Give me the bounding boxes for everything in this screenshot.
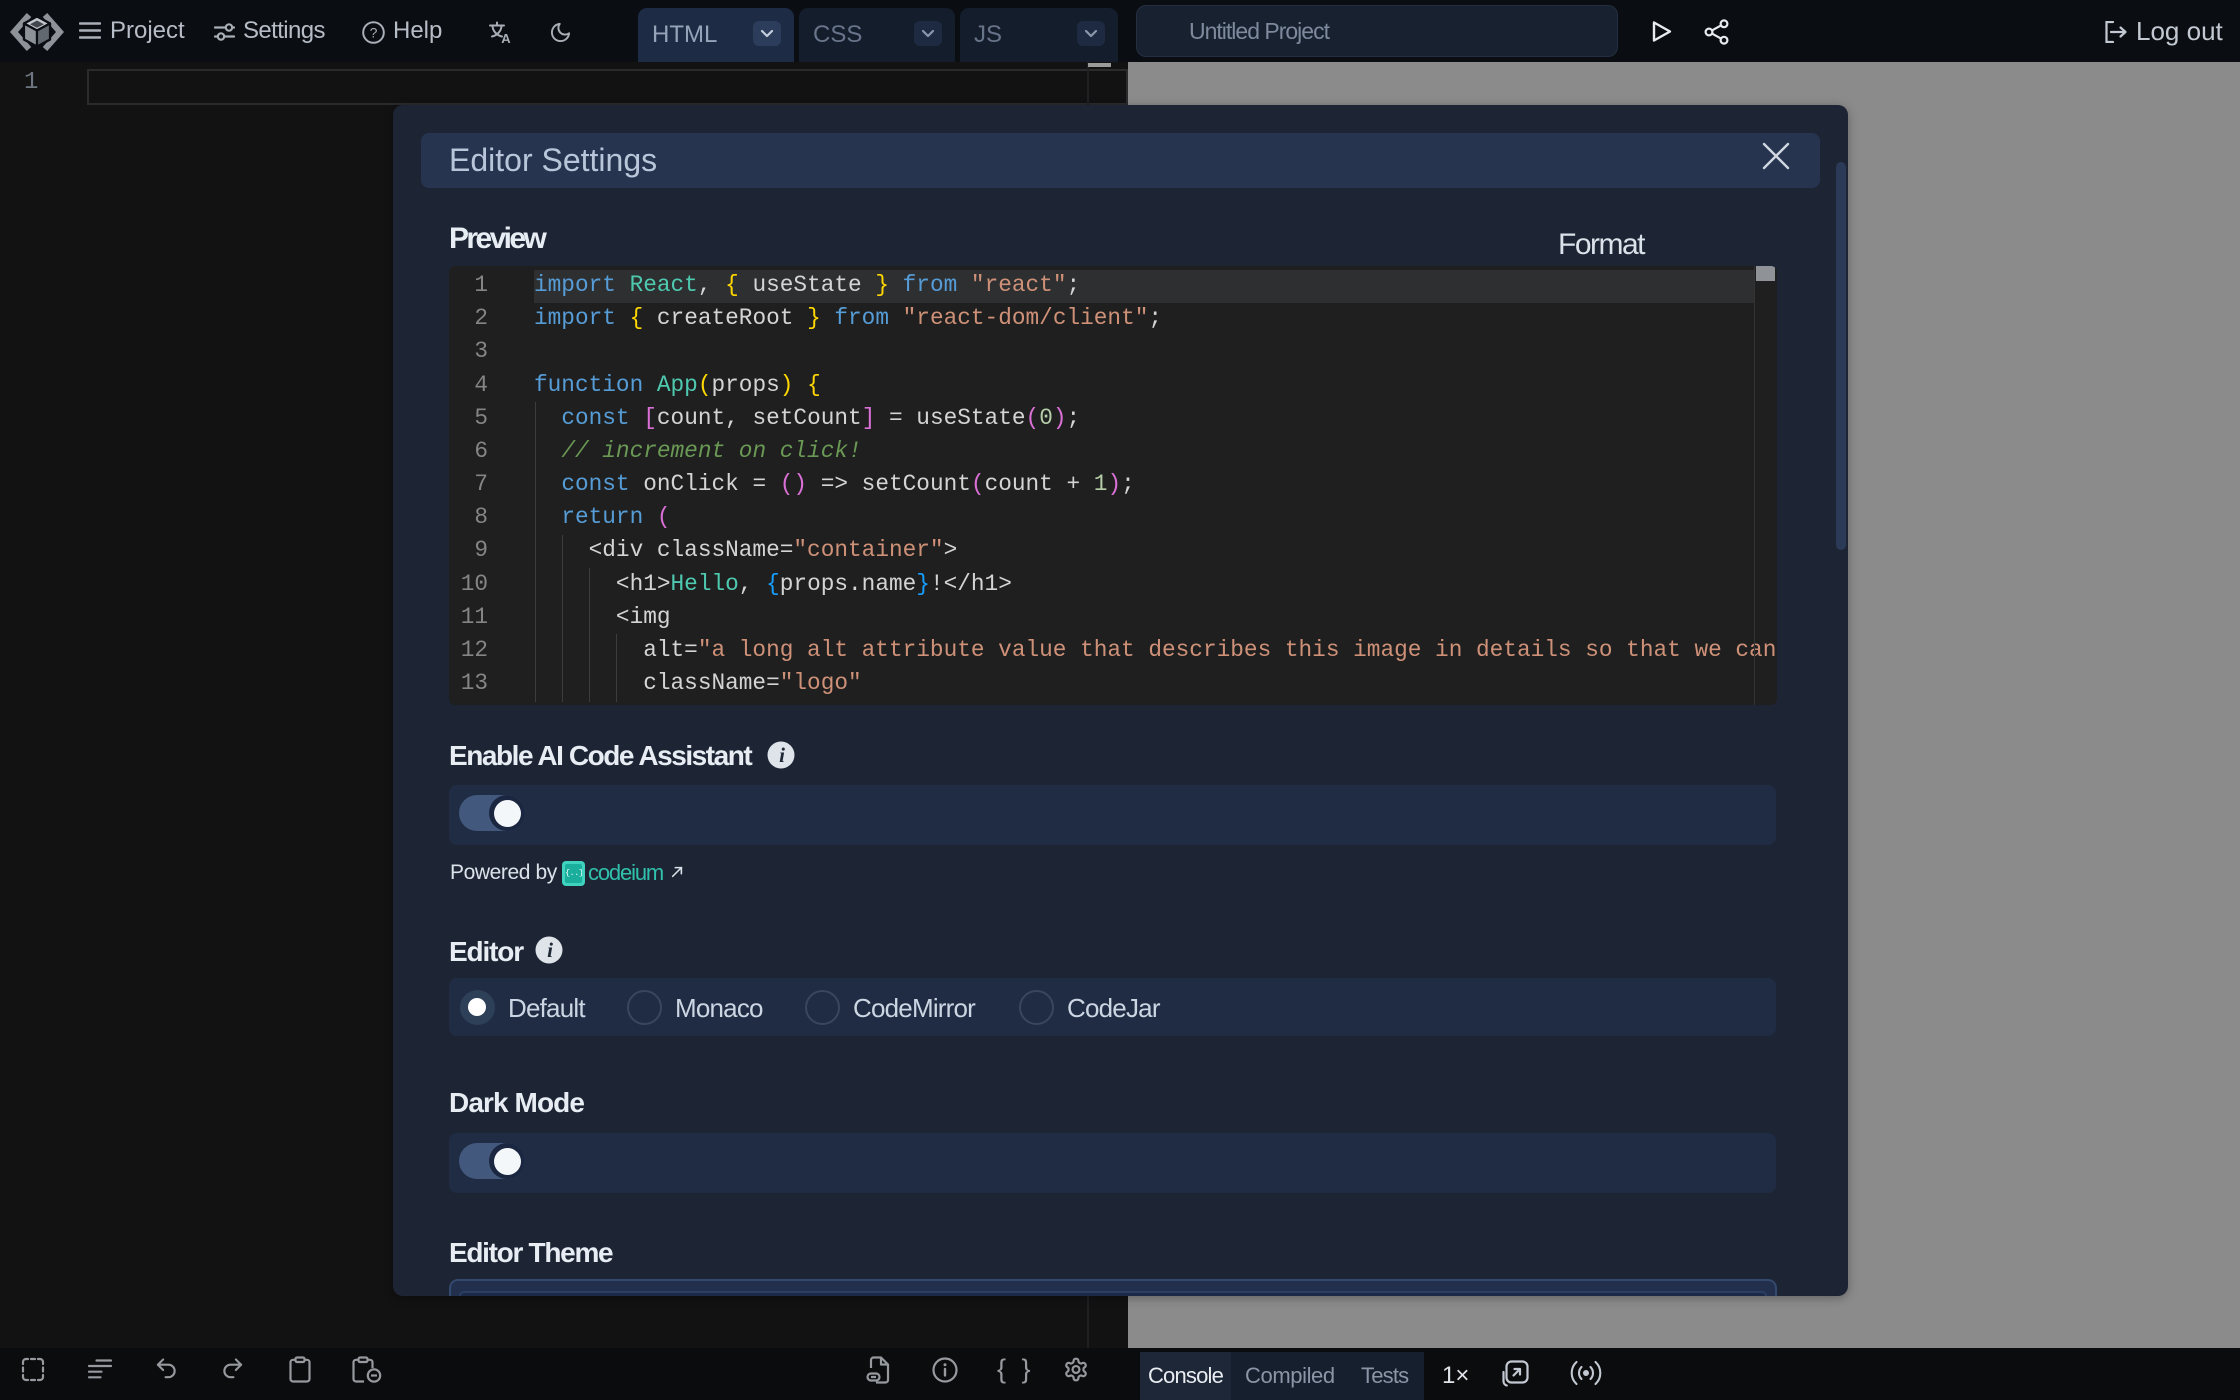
svg-text:i: i [779,743,785,767]
svg-text:A: A [501,31,511,44]
svg-text:?: ? [370,25,378,41]
svg-text:i: i [547,938,553,962]
